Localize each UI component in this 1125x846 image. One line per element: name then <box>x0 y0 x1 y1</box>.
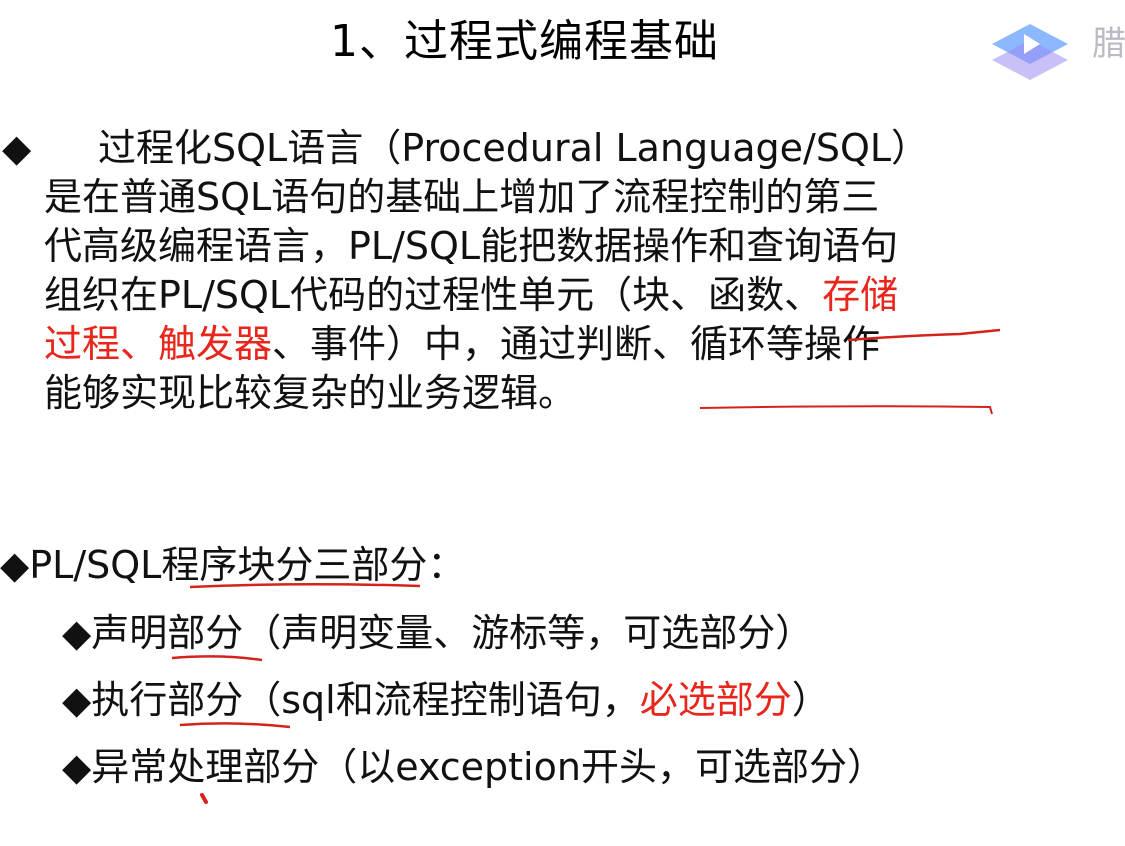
section-title: ◆PL/SQL程序块分三部分： <box>0 543 466 587</box>
highlight-text: 存储 <box>822 273 899 317</box>
annotation-dot <box>200 793 208 804</box>
logo-text: 腊 <box>1092 24 1125 64</box>
part-exception: ◆异常处理部分（以exception开头，可选部分） <box>62 745 885 789</box>
diamond-bullet-icon: ◆ <box>62 678 92 722</box>
para-line-5: 过程、触发器、事件）中，通过判断、循环等操作 <box>44 322 881 366</box>
highlight-text: 必选部分 <box>639 678 792 722</box>
para-line-2: 是在普通SQL语句的基础上增加了流程控制的第三 <box>44 175 880 219</box>
diamond-bullet-icon: ◆ <box>0 543 30 587</box>
part-execution: ◆执行部分（sql和流程控制语句，必选部分） <box>62 678 830 722</box>
para-line-1: ◆ 过程化SQL语言（Procedural Language/SQL） <box>2 124 1094 173</box>
intro-paragraph: ◆ 过程化SQL语言（Procedural Language/SQL） 是在普通S… <box>2 124 1094 418</box>
para-line-6: 能够实现比较复杂的业务逻辑。 <box>44 371 577 415</box>
diamond-bullet-icon: ◆ <box>2 126 32 170</box>
diamond-bullet-icon: ◆ <box>62 745 92 789</box>
play-logo-icon <box>992 24 1068 80</box>
slide-title: 1、过程式编程基础 <box>330 16 719 67</box>
diamond-bullet-icon: ◆ <box>62 611 92 655</box>
slide: 1、过程式编程基础 腊 ◆ 过程化SQL语言（Procedural Languag… <box>0 0 1125 846</box>
para-line-4: 组织在PL/SQL代码的过程性单元（块、函数、存储 <box>44 273 899 317</box>
para-line-3: 代高级编程语言，PL/SQL能把数据操作和查询语句 <box>44 224 899 268</box>
highlight-text: 过程、触发器 <box>44 322 273 366</box>
part-declaration: ◆声明部分（声明变量、游标等，可选部分） <box>62 611 814 655</box>
